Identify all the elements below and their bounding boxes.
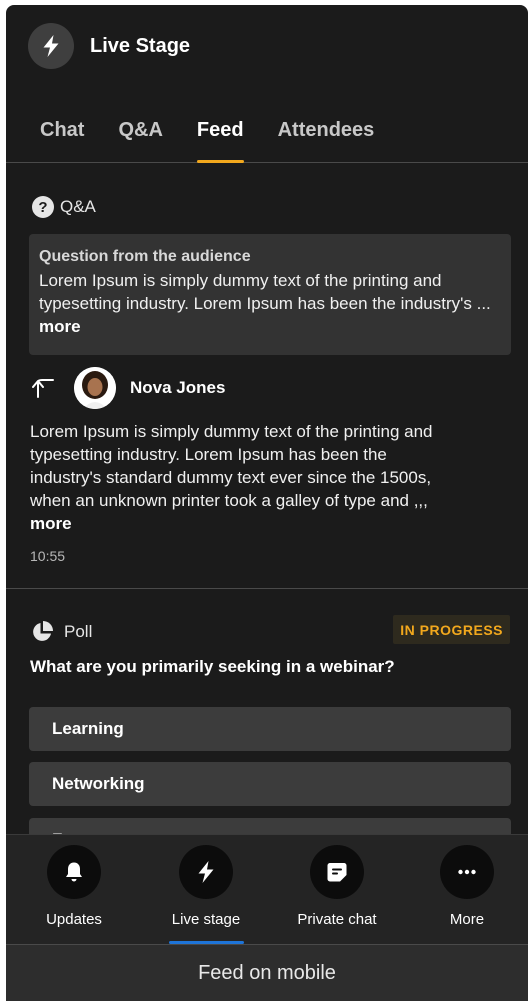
answer-text-block: Lorem Ipsum is simply dummy text of the … bbox=[30, 420, 450, 535]
answer-text: Lorem Ipsum is simply dummy text of the … bbox=[30, 422, 433, 510]
poll-option-fun[interactable]: Fun bbox=[29, 818, 511, 834]
answer-author-name: Nova Jones bbox=[130, 378, 226, 397]
poll-label-text: Poll bbox=[64, 622, 93, 641]
tab-bar: Chat Q&A Feed Attendees bbox=[6, 103, 528, 163]
tab-qa[interactable]: Q&A bbox=[118, 103, 162, 163]
bell-icon bbox=[47, 845, 101, 899]
qa-label-text: Q&A bbox=[60, 197, 96, 216]
poll-question: What are you primarily seeking in a webi… bbox=[30, 657, 395, 676]
question-text-block: Lorem Ipsum is simply dummy text of the … bbox=[39, 269, 501, 338]
nav-private-chat[interactable]: Private chat bbox=[277, 845, 397, 943]
tab-feed[interactable]: Feed bbox=[196, 103, 244, 163]
answer-more-link[interactable]: more bbox=[30, 514, 72, 533]
poll-option-networking[interactable]: Networking bbox=[29, 762, 511, 806]
status-badge: IN PROGRESS bbox=[393, 615, 510, 644]
question-card: Question from the audience Lorem Ipsum i… bbox=[29, 234, 511, 355]
nav-private-chat-label: Private chat bbox=[297, 911, 377, 928]
section-divider bbox=[6, 588, 528, 589]
tab-attendees[interactable]: Attendees bbox=[278, 103, 375, 163]
question-text: Lorem Ipsum is simply dummy text of the … bbox=[39, 271, 491, 313]
reply-arrow-icon bbox=[32, 379, 54, 398]
lightning-icon bbox=[28, 23, 74, 69]
nav-updates-label: Updates bbox=[46, 911, 102, 928]
tab-chat[interactable]: Chat bbox=[40, 103, 84, 163]
bottom-nav: Updates Live stage Private chat More bbox=[6, 834, 528, 944]
chat-bubble-icon bbox=[310, 845, 364, 899]
avatar bbox=[74, 367, 116, 409]
page-title: Live Stage bbox=[90, 34, 191, 57]
answer-timestamp: 10:55 bbox=[30, 548, 66, 564]
nav-more-label: More bbox=[449, 911, 485, 928]
nav-more[interactable]: More bbox=[407, 845, 527, 943]
pie-chart-icon bbox=[33, 621, 53, 641]
lightning-icon bbox=[179, 845, 233, 899]
feed-content[interactable]: ? Q&A Question from the audience Lorem I… bbox=[6, 164, 528, 834]
footer-caption: Feed on mobile bbox=[6, 944, 528, 1001]
answer-header: Nova Jones bbox=[30, 367, 225, 409]
question-more-link[interactable]: more bbox=[39, 317, 81, 336]
more-dots-icon bbox=[440, 845, 494, 899]
header: Live Stage bbox=[6, 5, 528, 87]
app-frame: Live Stage Chat Q&A Feed Attendees ? Q&A… bbox=[6, 5, 528, 1001]
nav-updates[interactable]: Updates bbox=[14, 845, 134, 943]
nav-live-stage-label: Live stage bbox=[171, 911, 241, 928]
qa-section-label: ? Q&A bbox=[32, 196, 96, 218]
poll-option-learning[interactable]: Learning bbox=[29, 707, 511, 751]
question-icon: ? bbox=[32, 196, 54, 218]
question-heading: Question from the audience bbox=[39, 248, 251, 265]
nav-live-stage[interactable]: Live stage bbox=[146, 845, 266, 943]
poll-section-label: Poll bbox=[30, 620, 92, 644]
